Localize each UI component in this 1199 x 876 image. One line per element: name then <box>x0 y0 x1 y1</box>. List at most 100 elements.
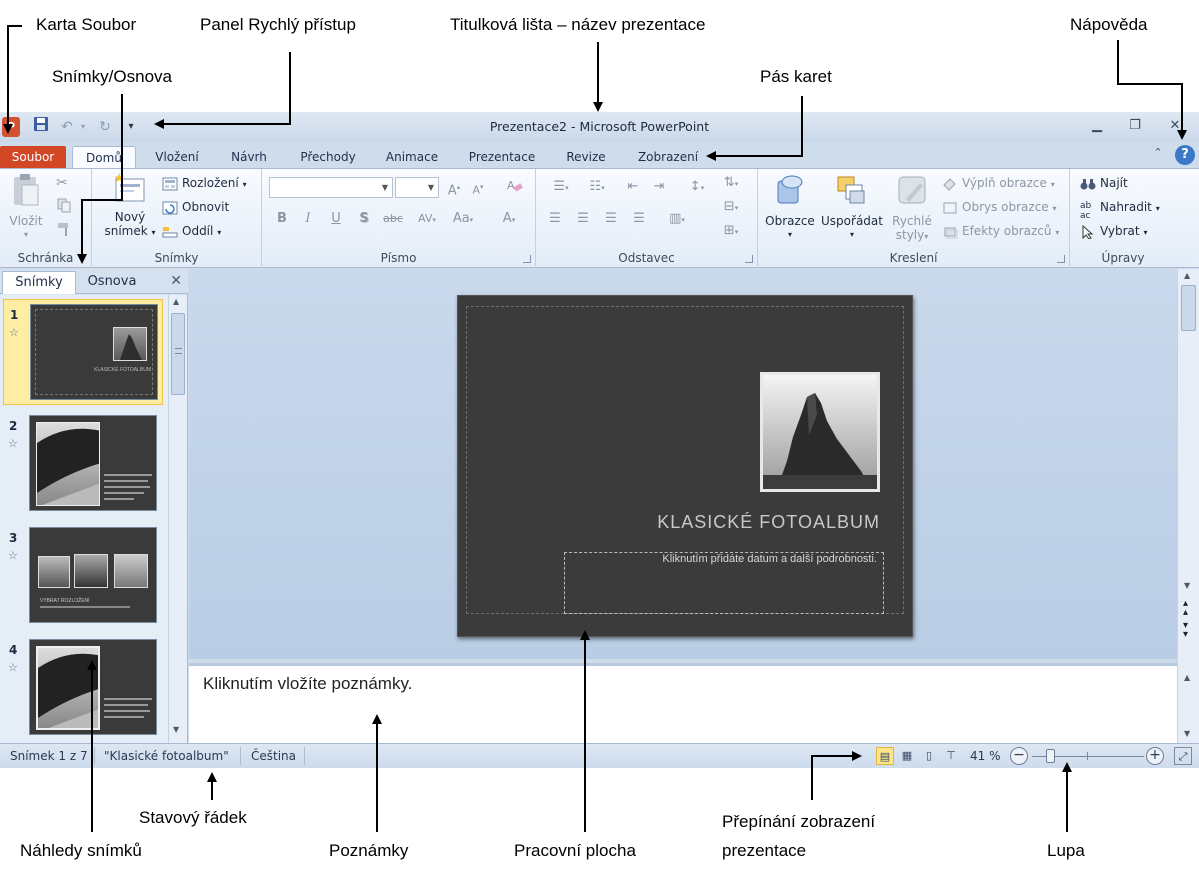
line-spacing-icon[interactable]: ↕▾ <box>680 177 714 197</box>
tab-view[interactable]: Zobrazení <box>626 146 710 168</box>
slide-title[interactable]: KLASICKÉ FOTOALBUM <box>654 512 880 533</box>
replace-button[interactable]: ab acNahradit ▾ <box>1080 197 1160 221</box>
grow-font-icon[interactable]: A▴ <box>443 177 465 198</box>
slide-thumbnail-3[interactable]: 3 ☆ VYBRAT ROZLOŽENÍ <box>3 523 163 629</box>
character-spacing-button[interactable]: AV▾ <box>412 209 442 229</box>
current-slide[interactable]: KLASICKÉ FOTOALBUM Kliknutím přidáte dat… <box>457 295 913 637</box>
language-indicator[interactable]: Čeština <box>251 748 296 765</box>
section-button[interactable]: Oddíl ▾ <box>162 221 221 241</box>
bullets-icon[interactable]: ☰▾ <box>544 177 578 197</box>
slide-photo[interactable] <box>760 372 880 492</box>
change-case-button[interactable]: Aa▾ <box>448 209 478 229</box>
bold-button[interactable]: B <box>272 209 292 229</box>
arrange-button[interactable]: Uspořádat ▾ <box>820 173 884 242</box>
font-color-button[interactable]: A▾ <box>494 209 524 229</box>
shrink-font-icon[interactable]: A▾ <box>467 177 489 197</box>
reading-view-icon[interactable]: ▯ <box>920 747 938 765</box>
clear-formatting-icon[interactable]: A <box>504 177 526 197</box>
close-pane-icon[interactable]: ✕ <box>170 273 182 289</box>
tab-design[interactable]: Návrh <box>218 146 280 168</box>
tab-outline[interactable]: Osnova <box>78 271 146 294</box>
group-font: ▼ ▼ A▴ A▾ A B I U S abc AV▾ Aa▾ A▾ Písmo <box>262 169 536 268</box>
tab-file[interactable]: Soubor <box>0 146 66 168</box>
numbering-icon[interactable]: ☷▾ <box>580 177 614 197</box>
zoom-in-icon[interactable]: + <box>1146 747 1164 765</box>
reset-button[interactable]: Obnovit <box>162 197 229 217</box>
zoom-out-icon[interactable]: − <box>1010 747 1028 765</box>
new-slide-button[interactable]: Nový snímek ▾ <box>102 173 158 240</box>
shape-outline-button[interactable]: Obrys obrazce ▾ <box>942 197 1057 217</box>
font-size-dropdown-icon[interactable]: ▼ <box>424 178 438 197</box>
shape-fill-button[interactable]: Výplň obrazce ▾ <box>942 173 1055 193</box>
increase-indent-icon[interactable]: ⇥ <box>648 177 670 197</box>
slide-scroll-thumb[interactable] <box>1181 285 1196 331</box>
scroll-up-icon[interactable]: ▲ <box>173 297 179 306</box>
font-name-combo[interactable]: ▼ <box>269 177 393 198</box>
tab-insert[interactable]: Vložení <box>142 146 212 168</box>
paragraph-dialog-launcher-icon[interactable] <box>745 255 753 263</box>
copy-icon[interactable] <box>56 197 78 217</box>
smartart-icon[interactable]: ⊞▾ <box>716 221 746 241</box>
zoom-level[interactable]: 41 % <box>970 748 1001 765</box>
tab-transitions[interactable]: Přechody <box>286 146 370 168</box>
layout-button[interactable]: Rozložení ▾ <box>162 173 247 193</box>
shadow-button[interactable]: S <box>354 209 374 229</box>
restore-icon[interactable]: ❐ <box>1120 116 1150 136</box>
close-icon[interactable]: ✕ <box>1160 116 1190 136</box>
thumbnails-scrollbar[interactable]: ▲ ▼ <box>168 295 187 743</box>
notes-scroll-down-icon[interactable]: ▼ <box>1184 729 1190 738</box>
font-name-dropdown-icon[interactable]: ▼ <box>378 178 392 197</box>
scroll-down-icon[interactable]: ▼ <box>173 725 179 734</box>
tab-slideshow[interactable]: Prezentace <box>458 146 546 168</box>
slide-sorter-view-icon[interactable]: ▦ <box>898 747 916 765</box>
thumbnails-scroll-thumb[interactable] <box>171 313 185 395</box>
paste-button[interactable]: Vložit ▾ <box>6 173 46 242</box>
slide-thumbnail-4[interactable]: 4 ☆ <box>3 635 163 741</box>
scroll-down-icon[interactable]: ▼ <box>1184 581 1190 590</box>
notes-scroll-up-icon[interactable]: ▲ <box>1184 673 1190 682</box>
columns-icon[interactable]: ▥▾ <box>660 209 694 229</box>
quick-styles-button[interactable]: Rychlé styly▾ <box>886 173 938 244</box>
strikethrough-button[interactable]: abc <box>380 209 406 229</box>
slide-scrollbar[interactable]: ▲ ▼ ▴ ▴ ▾ ▾ ▲ ▼ <box>1177 269 1199 743</box>
normal-view-icon[interactable]: ▤ <box>876 747 894 765</box>
cut-icon[interactable]: ✂ <box>56 173 78 193</box>
justify-icon[interactable]: ☰ <box>628 209 650 229</box>
align-text-icon[interactable]: ⊟▾ <box>716 197 746 217</box>
previous-slide-icon[interactable]: ▴ ▴ <box>1183 599 1188 618</box>
window-title: Prezentace2 - Microsoft PowerPoint <box>489 119 710 134</box>
theme-name[interactable]: "Klasické fotoalbum" <box>104 748 229 765</box>
zoom-slider-thumb[interactable] <box>1046 749 1056 763</box>
slide-subtitle-placeholder[interactable]: Kliknutím přidáte datum a další podrobno… <box>564 552 884 614</box>
tab-slides[interactable]: Snímky <box>2 271 76 294</box>
notes-pane[interactable]: Kliknutím vložíte poznámky. <box>189 663 1177 743</box>
slideshow-view-icon[interactable]: ⊤ <box>942 747 960 765</box>
fit-to-window-icon[interactable]: ⤢ <box>1174 747 1192 765</box>
find-button[interactable]: Najít <box>1080 173 1128 193</box>
decrease-indent-icon[interactable]: ⇤ <box>622 177 644 197</box>
scroll-up-icon[interactable]: ▲ <box>1184 271 1190 280</box>
shapes-button[interactable]: Obrazce ▾ <box>764 173 816 242</box>
italic-button[interactable]: I <box>298 209 318 229</box>
text-direction-icon[interactable]: ⇅▾ <box>716 173 746 193</box>
tab-home[interactable]: Domů <box>72 146 136 168</box>
minimize-icon[interactable]: ▁ <box>1082 116 1112 136</box>
shape-effects-button[interactable]: Efekty obrazců ▾ <box>942 221 1059 241</box>
slide-thumbnail-2[interactable]: 2 ☆ <box>3 411 163 517</box>
slide-thumbnail-1[interactable]: 1 ☆ KLASICKÉ FOTOALBUM <box>3 299 163 405</box>
format-painter-icon[interactable] <box>56 221 78 241</box>
align-center-icon[interactable]: ☰ <box>572 209 594 229</box>
next-slide-icon[interactable]: ▾ ▾ <box>1183 621 1188 640</box>
align-right-icon[interactable]: ☰ <box>600 209 622 229</box>
font-size-combo[interactable]: ▼ <box>395 177 439 198</box>
notes-placeholder[interactable]: Kliknutím vložíte poznámky. <box>203 674 412 694</box>
drawing-dialog-launcher-icon[interactable] <box>1057 255 1065 263</box>
minimize-ribbon-icon[interactable]: ⌃ <box>1150 146 1166 164</box>
font-dialog-launcher-icon[interactable] <box>523 255 531 263</box>
help-icon[interactable]: ? <box>1175 145 1195 165</box>
align-left-icon[interactable]: ☰ <box>544 209 566 229</box>
select-button[interactable]: Vybrat ▾ <box>1080 221 1147 241</box>
tab-review[interactable]: Revize <box>556 146 616 168</box>
underline-button[interactable]: U <box>326 209 346 229</box>
tab-animations[interactable]: Animace <box>376 146 448 168</box>
